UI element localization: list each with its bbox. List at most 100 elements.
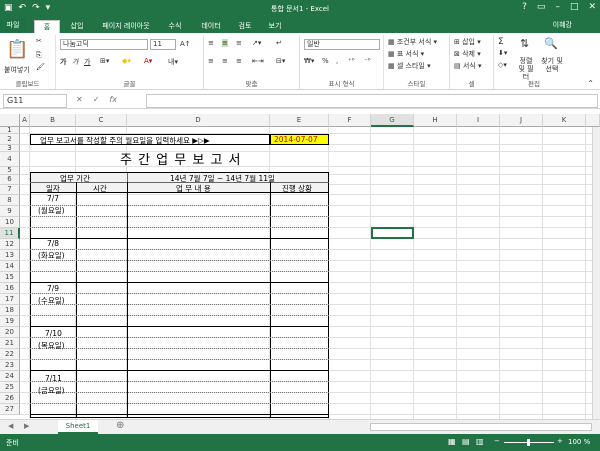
column-header[interactable]: H	[414, 114, 457, 127]
minimize-icon[interactable]: –	[555, 2, 560, 12]
add-sheet-icon[interactable]: ⊕	[116, 420, 124, 431]
row-header[interactable]: 9	[0, 206, 20, 217]
row-header[interactable]: 13	[0, 250, 20, 261]
column-header[interactable]: F	[329, 114, 371, 127]
comma-button[interactable]: ,	[336, 57, 338, 65]
increase-decimal-icon[interactable]: ⁺⁰	[348, 57, 355, 65]
italic-button[interactable]: 가	[72, 57, 78, 67]
indent-icon[interactable]: ⇤⇥	[252, 57, 264, 65]
paste-button[interactable]: 붙여넣기	[4, 65, 30, 75]
percent-button[interactable]: %	[322, 57, 329, 65]
conditional-format-button[interactable]: ▦ 조건부 서식 ▾	[388, 37, 437, 47]
row-header[interactable]: 15	[0, 272, 20, 283]
decrease-decimal-icon[interactable]: ⁻⁰	[364, 57, 371, 65]
maximize-icon[interactable]: □	[570, 2, 579, 12]
sheet-tab-sheet1[interactable]: Sheet1	[58, 420, 98, 434]
row-header[interactable]: 16	[0, 283, 20, 294]
tab-insert[interactable]: 삽입	[64, 20, 90, 33]
horizontal-scrollbar[interactable]	[370, 423, 592, 431]
zoom-slider-thumb[interactable]	[527, 439, 530, 446]
row-header[interactable]: 11	[0, 228, 20, 239]
row-header[interactable]: 22	[0, 349, 20, 360]
row-header[interactable]: 10	[0, 217, 20, 228]
worksheet-grid[interactable]: 업무 보고서를 작성할 주의 월요일을 입력하세요 ▶▷▶ 2014-07-07…	[20, 127, 600, 419]
underline-button[interactable]: 가	[84, 57, 90, 67]
row-header[interactable]: 3	[0, 145, 20, 152]
row-header[interactable]: 25	[0, 382, 20, 393]
tab-review[interactable]: 검토	[232, 20, 258, 33]
row-header[interactable]: 14	[0, 261, 20, 272]
tab-view[interactable]: 보기	[262, 20, 288, 33]
column-header[interactable]: B	[30, 114, 76, 127]
insert-function-button[interactable]: fx	[109, 95, 117, 104]
normal-view-icon[interactable]: ▦	[448, 437, 456, 446]
fill-icon[interactable]: ⬇▾	[498, 49, 507, 57]
row-header[interactable]: 5	[0, 167, 20, 175]
row-header[interactable]: 18	[0, 305, 20, 316]
delete-button[interactable]: ⊠ 삭제 ▾	[454, 49, 481, 59]
formula-input[interactable]	[146, 94, 598, 108]
border-icon[interactable]: ⊞▾	[100, 57, 109, 65]
row-header[interactable]: 6	[0, 175, 20, 185]
orientation-icon[interactable]: ↗▾	[252, 39, 261, 47]
align-top-icon[interactable]: ≡	[208, 39, 214, 47]
find-select-button[interactable]: 찾기 및 선택	[540, 57, 564, 73]
row-header[interactable]: 19	[0, 316, 20, 327]
vertical-scrollbar[interactable]	[592, 127, 600, 419]
zoom-out-icon[interactable]: −	[494, 437, 500, 445]
font-color-icon[interactable]: A▾	[144, 57, 152, 65]
find-icon[interactable]: 🔍	[544, 37, 558, 50]
name-box[interactable]: G11	[3, 94, 67, 108]
help-icon[interactable]: ?	[522, 2, 527, 12]
row-header[interactable]: 24	[0, 371, 20, 382]
column-header[interactable]: C	[76, 114, 127, 127]
insert-button[interactable]: ⊞ 삽입 ▾	[454, 37, 481, 47]
row-header[interactable]: 8	[0, 195, 20, 206]
format-button[interactable]: ▤ 서식 ▾	[454, 61, 481, 71]
tab-page-layout[interactable]: 페이지 레이아웃	[94, 20, 158, 33]
bold-button[interactable]: 가	[60, 57, 66, 67]
row-header[interactable]: 20	[0, 327, 20, 338]
zoom-in-icon[interactable]: +	[557, 437, 563, 445]
collapse-ribbon-icon[interactable]: ⌃	[587, 79, 594, 88]
column-header[interactable]: D	[127, 114, 270, 127]
row-header[interactable]: 12	[0, 239, 20, 250]
tab-file[interactable]: 파일	[0, 18, 26, 33]
currency-icon[interactable]: ₩▾	[304, 57, 314, 65]
column-header[interactable]: K	[543, 114, 586, 127]
row-header[interactable]: 7	[0, 185, 20, 195]
user-name[interactable]: 이혜강	[553, 20, 572, 30]
font-size-combo[interactable]: 11	[150, 39, 176, 50]
align-middle-icon[interactable]: ≡	[222, 39, 228, 47]
tab-formulas[interactable]: 수식	[162, 20, 188, 33]
close-icon[interactable]: ✕	[588, 2, 596, 12]
autosum-button[interactable]: Σ	[498, 37, 504, 47]
cancel-icon[interactable]: ✕	[76, 95, 83, 104]
column-header[interactable]: E	[270, 114, 329, 127]
enter-icon[interactable]: ✓	[93, 95, 100, 104]
format-as-table-button[interactable]: ▦ 표 서식 ▾	[388, 49, 424, 59]
merge-icon[interactable]: ⊟▾	[276, 57, 285, 65]
align-bottom-icon[interactable]: ≡	[236, 39, 242, 47]
active-cell[interactable]	[371, 227, 414, 239]
grow-font-icon[interactable]: A↑	[180, 40, 191, 48]
paste-icon[interactable]: 📋	[6, 39, 28, 60]
align-left-icon[interactable]: ≡	[208, 57, 214, 65]
column-header[interactable]: I	[457, 114, 500, 127]
copy-icon[interactable]: ⎘	[36, 51, 42, 60]
number-format-combo[interactable]: 일반	[304, 39, 380, 50]
align-right-icon[interactable]: ≡	[236, 57, 242, 65]
font-name-combo[interactable]: 나눔고딕	[60, 39, 148, 50]
column-header[interactable]: J	[500, 114, 543, 127]
tab-data[interactable]: 데이터	[194, 20, 228, 33]
row-header[interactable]: 26	[0, 393, 20, 404]
cut-icon[interactable]: ✂	[36, 37, 42, 45]
page-break-view-icon[interactable]: ▥	[476, 437, 484, 446]
align-center-icon[interactable]: ≡	[222, 57, 228, 65]
row-header[interactable]: 4	[0, 152, 20, 167]
column-header-selected[interactable]: G	[371, 114, 414, 127]
row-header[interactable]: 1	[0, 127, 20, 134]
row-header[interactable]: 23	[0, 360, 20, 371]
row-header[interactable]: 21	[0, 338, 20, 349]
cell-styles-button[interactable]: ▦ 셀 스타일 ▾	[388, 61, 431, 71]
